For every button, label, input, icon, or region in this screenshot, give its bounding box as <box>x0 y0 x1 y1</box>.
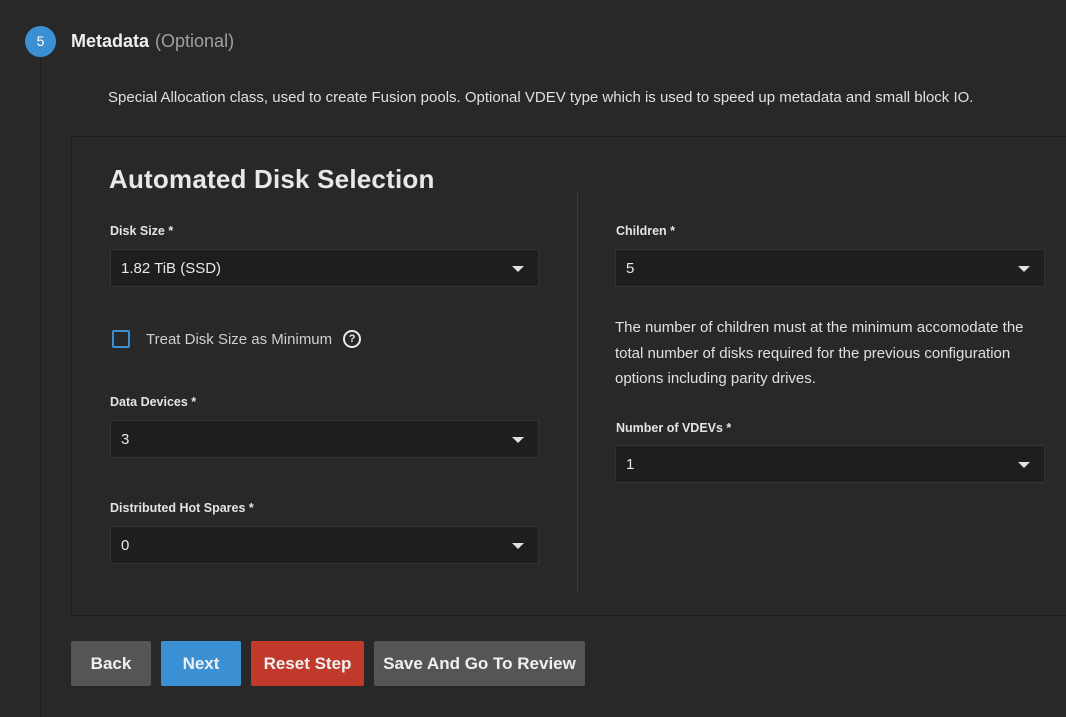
save-and-go-to-review-button[interactable]: Save And Go To Review <box>374 641 585 686</box>
panel-title: Automated Disk Selection <box>109 164 435 194</box>
disk-size-value: 1.82 TiB (SSD) <box>121 259 222 277</box>
data-devices-label: Data Devices * <box>110 395 197 409</box>
disk-size-select[interactable]: 1.82 TiB (SSD) <box>110 249 539 287</box>
number-of-vdevs-label: Number of VDEVs * <box>616 421 732 435</box>
children-label: Children * <box>616 224 676 238</box>
treat-disk-size-minimum-checkbox[interactable] <box>112 330 130 348</box>
chevron-down-icon <box>512 437 524 443</box>
hot-spares-select[interactable]: 0 <box>110 526 539 564</box>
step-optional-label: (Optional) <box>155 30 235 51</box>
step-header[interactable]: 5 Metadata (Optional) <box>25 25 234 57</box>
number-of-vdevs-select[interactable]: 1 <box>615 445 1045 483</box>
automated-disk-selection-panel: Automated Disk Selection Disk Size * 1.8… <box>71 136 1066 616</box>
children-select[interactable]: 5 <box>615 249 1045 287</box>
hot-spares-label: Distributed Hot Spares * <box>110 501 254 515</box>
data-devices-value: 3 <box>121 430 130 448</box>
chevron-down-icon <box>1018 266 1030 272</box>
data-devices-select[interactable]: 3 <box>110 420 539 458</box>
treat-disk-size-minimum-label[interactable]: Treat Disk Size as Minimum <box>146 331 332 348</box>
back-button[interactable]: Back <box>71 641 151 686</box>
step-title: Metadata <box>71 30 150 51</box>
chevron-down-icon <box>1018 462 1030 468</box>
number-of-vdevs-value: 1 <box>626 455 635 473</box>
stepper-page: 5 Metadata (Optional) Special Allocation… <box>0 0 1066 717</box>
column-divider <box>577 193 578 591</box>
stepper-connector-line <box>40 56 41 717</box>
treat-disk-size-minimum-row: Treat Disk Size as Minimum ? <box>112 328 362 350</box>
step-number-badge: 5 <box>25 25 56 57</box>
children-value: 5 <box>626 259 635 277</box>
disk-size-label: Disk Size * <box>110 224 174 238</box>
step-description: Special Allocation class, used to create… <box>108 89 974 106</box>
help-circle-icon[interactable]: ? <box>343 330 362 348</box>
next-button[interactable]: Next <box>161 641 241 686</box>
children-hint-text: The number of children must at the minim… <box>615 319 1024 387</box>
chevron-down-icon <box>512 266 524 272</box>
chevron-down-icon <box>512 543 524 549</box>
hot-spares-value: 0 <box>121 536 130 554</box>
reset-step-button[interactable]: Reset Step <box>251 641 364 686</box>
